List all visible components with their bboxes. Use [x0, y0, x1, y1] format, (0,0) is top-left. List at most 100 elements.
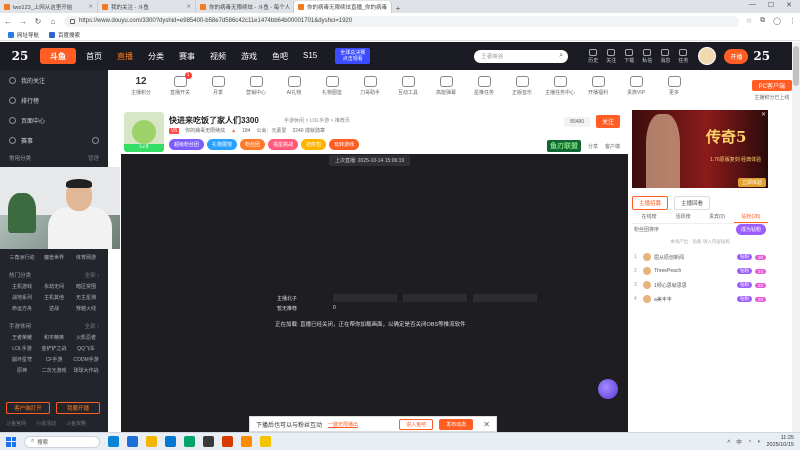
language-indicator[interactable]: 中 — [736, 438, 742, 446]
manage-link[interactable]: 管理 — [88, 154, 99, 162]
maximize-icon[interactable]: ☐ — [768, 1, 774, 9]
close-window-icon[interactable]: ✕ — [786, 1, 792, 9]
category-link[interactable]: 主机游戏 — [6, 283, 38, 290]
category-link[interactable]: 崩坏星穹 — [6, 356, 38, 363]
become-diamond-fan-button[interactable]: 成为钻粉 — [735, 224, 766, 235]
profile-icon[interactable]: ◯ — [773, 17, 781, 25]
room-badge[interactable]: 超级粉丝团 — [169, 139, 205, 150]
room-badge[interactable]: 福星挑战 — [268, 139, 299, 150]
minimize-icon[interactable]: — — [749, 1, 756, 9]
star-icon[interactable]: ☆ — [746, 17, 752, 25]
ad-play-button[interactable]: 立即体验 — [738, 178, 767, 187]
tool-item[interactable]: 正版音乐 — [503, 76, 541, 96]
page-scrollbar[interactable] — [792, 42, 800, 432]
taskbar-app-icon[interactable] — [241, 436, 252, 447]
tool-item[interactable]: AI礼物 — [275, 76, 313, 96]
category-link[interactable]: LOL手游 — [6, 345, 38, 352]
points-item[interactable]: 12 主播积分 — [121, 76, 161, 96]
category-link[interactable]: 永劫无间 — [38, 283, 70, 290]
bookmark-item[interactable]: 百度搜索 — [49, 31, 80, 39]
back-icon[interactable]: ← — [4, 17, 12, 26]
nav-2[interactable]: 分类 — [148, 51, 164, 62]
room-category[interactable]: 手游休闲 > LOL手游 > 推荐页 — [284, 117, 350, 124]
category-link[interactable]: 命运方舟 — [6, 305, 38, 312]
taskbar-app-icon[interactable] — [146, 436, 157, 447]
category-link[interactable]: 原神 — [6, 367, 38, 374]
tool-item[interactable]: 礼物图鉴 — [313, 76, 351, 96]
user-tool-0[interactable]: 历史 — [588, 48, 598, 64]
category-link[interactable]: 无主星渊 — [70, 294, 102, 301]
video-player[interactable]: 上次直播: 2025-10-14 15:06:19 主播北子 暂无推荐 0 正在… — [121, 154, 628, 432]
sidebar-footer-link[interactable]: 斗鱼官网 — [6, 420, 26, 427]
search-icon[interactable]: ⌕ — [554, 51, 568, 62]
post-update-button[interactable]: 发布动态 — [439, 418, 474, 430]
category-link[interactable]: 二次元游戏 — [38, 367, 70, 374]
sidebar-item[interactable]: 排行榜 — [0, 90, 108, 110]
nav-0[interactable]: 首页 — [86, 51, 102, 62]
category-link[interactable]: CF手游 — [38, 356, 70, 363]
tool-item[interactable]: 星推任务 — [465, 76, 503, 96]
extensions-icon[interactable]: ⧉ — [760, 17, 765, 25]
camp-badge[interactable]: 鱼刃联盟 — [546, 140, 581, 152]
rank-row[interactable]: 4 a美丰丰 钻粉 20 — [634, 292, 766, 306]
taskbar-app-icon[interactable] — [127, 436, 138, 447]
nav-1[interactable]: 直播 — [117, 51, 133, 62]
category-link[interactable]: 和平精英 — [38, 334, 70, 341]
category-link[interactable]: 体育网游 — [70, 254, 102, 261]
browser-tab[interactable]: 你的病毒无限续炫 - 斗鱼 - 每个人✕ — [196, 1, 294, 13]
search-input[interactable]: 王者峡谷 ⌕ — [474, 49, 569, 63]
worlds-promo[interactable]: 全球总决赛 点击观看 — [335, 48, 371, 64]
taskbar-app-icon[interactable] — [108, 436, 119, 447]
nav-7[interactable]: S15 — [303, 51, 317, 62]
category-link[interactable]: 王者荣耀 — [6, 334, 38, 341]
follow-button[interactable]: 关注 — [595, 115, 620, 128]
room-badge[interactable]: 粉丝团 — [240, 139, 266, 150]
new-tab-button[interactable]: + — [392, 4, 404, 13]
tool-item[interactable]: 高能弹幕 — [427, 76, 465, 96]
category-link[interactable]: 魔兽世界 — [38, 254, 70, 261]
mobile-more-link[interactable]: 全部 › — [85, 322, 99, 330]
client-link[interactable]: 客户端 — [605, 143, 620, 150]
nav-3[interactable]: 赛事 — [179, 51, 195, 62]
bar-link[interactable]: 一键无限播出 — [328, 421, 358, 428]
streamer-avatar[interactable]: Lv.8 — [124, 112, 164, 152]
pc-app-promo[interactable]: PC客户端 主播积分已上线 — [751, 80, 792, 101]
clock-icon[interactable] — [92, 136, 99, 144]
category-link[interactable]: 穿越火线 — [70, 305, 102, 312]
url-field[interactable]: https://www.douyu.com/3300?dyshid=e98540… — [64, 15, 739, 27]
room-badge[interactable]: 礼物展馆 — [207, 139, 238, 150]
sidebar-footer-link[interactable]: 小说活动 — [36, 420, 56, 427]
tool-item[interactable]: 贵族VIP — [617, 76, 655, 96]
taskbar-app-icon[interactable] — [165, 436, 176, 447]
clock[interactable]: 11:25 2025/10/15 — [766, 435, 794, 448]
user-tool-3[interactable]: 私信 — [642, 48, 652, 64]
ad-close-icon[interactable]: ✕ — [761, 111, 766, 118]
right-tab[interactable]: 主播招募 — [632, 196, 669, 210]
hot-more-link[interactable]: 全部 › — [85, 271, 99, 279]
game-ad-banner[interactable]: 传奇5 1.76原版复刻 经典体验 立即体验 ✕ — [632, 110, 768, 188]
category-link[interactable]: QQ飞车 — [70, 345, 102, 352]
share-link[interactable]: 分享 — [588, 143, 598, 150]
category-link[interactable]: 主机其他 — [38, 294, 70, 301]
sidebar-footer-link[interactable]: 斗鱼攻略 — [66, 420, 86, 427]
sidebar-item[interactable]: 页面中心 — [0, 110, 108, 130]
category-link[interactable]: 金铲铲之战 — [38, 345, 70, 352]
anniversary-logo[interactable]: 25 — [0, 42, 40, 70]
room-badge[interactable]: 玩转游戏 — [329, 139, 360, 150]
taskbar-app-icon[interactable] — [184, 436, 195, 447]
browser-tab[interactable]: 我的关注 - 斗鱼 ✕ — [98, 1, 196, 13]
tool-item[interactable]: 刀哥助手 — [351, 76, 389, 96]
streamer-name[interactable]: 你的病毒无限续炫 — [185, 127, 225, 134]
sidebar-item[interactable]: 我的关注 — [0, 70, 108, 90]
right-tab[interactable]: 主播回看 — [674, 196, 711, 210]
douyu-logo[interactable]: 斗鱼 — [40, 48, 76, 64]
tool-item[interactable]: 更多 — [655, 76, 693, 96]
close-icon[interactable]: ✕ — [483, 420, 490, 429]
category-link[interactable]: 战地系列 — [6, 294, 38, 301]
rank-row[interactable]: 1 屈从原创新闻 钻粉 30 — [634, 250, 766, 264]
pc-app-button[interactable]: PC客户端 — [751, 80, 792, 91]
tool-item[interactable]: 主播任务中心 — [541, 76, 579, 96]
rank-tab[interactable]: 活跃榜 — [666, 211, 700, 223]
nav-4[interactable]: 视频 — [210, 51, 226, 62]
nav-5[interactable]: 游戏 — [241, 51, 257, 62]
